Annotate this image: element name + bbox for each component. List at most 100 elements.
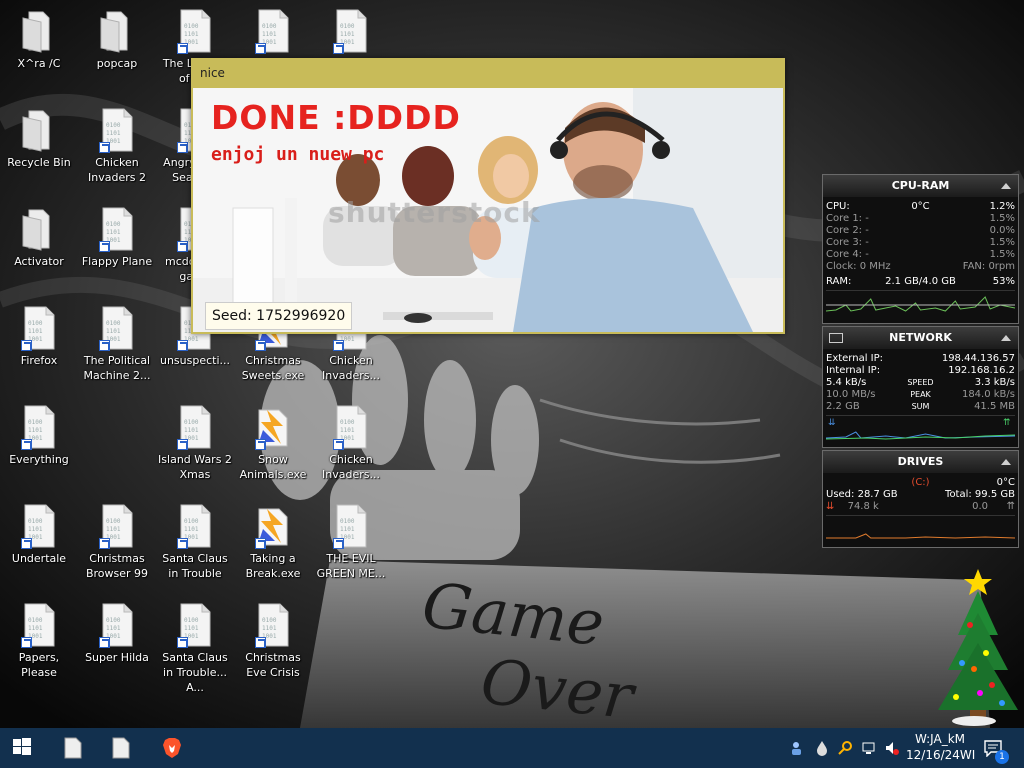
notification-count-badge: 1 (995, 750, 1009, 764)
desktop-icon-label: popcap (96, 57, 138, 70)
desktop-icon[interactable]: X^ra /C (0, 4, 78, 100)
desktop-icon[interactable]: Snow Animals.exe (234, 400, 312, 496)
desktop-icon[interactable]: 0100 1101 1001 Papers, Please (0, 598, 78, 694)
desktop-icon-label: Christmas Sweets.exe (241, 354, 305, 382)
shortcut-arrow-icon (99, 538, 110, 549)
svg-text:0100: 0100 (262, 23, 277, 30)
desktop-icon[interactable]: 0100 1101 1001 Santa Claus in Trouble... A.… (156, 598, 234, 694)
desktop-icon-label: Firefox (20, 354, 58, 367)
desktop-icon-label: Chicken Invaders... (322, 354, 380, 382)
svg-text:0100: 0100 (106, 617, 121, 624)
network-people-icon[interactable] (790, 740, 806, 756)
drive-used: Used: 28.7 GB (826, 489, 898, 500)
core-label: Core 1: (826, 213, 863, 224)
volume-muted-icon[interactable] (884, 740, 900, 756)
desktop-icon[interactable]: 0100 1101 1001 Firefox (0, 301, 78, 397)
desktop-icon-label: X^ra /C (17, 57, 61, 70)
peak-up: 184.0 kB/s (961, 389, 1015, 400)
desktop-icon-label: The Political Machine 2... (83, 354, 151, 382)
cpu-clock: Clock: 0 MHz (826, 261, 891, 272)
svg-text:1101: 1101 (184, 31, 199, 38)
fan-speed: FAN: 0rpm (962, 261, 1015, 272)
drive-temp: 0°C (996, 477, 1015, 488)
cpu-ram-title: CPU-RAM (891, 179, 950, 192)
collapse-icon[interactable] (1001, 183, 1011, 189)
network-icon[interactable] (862, 740, 878, 756)
desktop-icon-label: THE EVIL GREEN ME... (316, 552, 386, 580)
desktop-icon[interactable]: 010011011001 Chicken Invaders... (312, 400, 390, 496)
drives-header[interactable]: DRIVES (823, 451, 1018, 473)
desktop-icon[interactable]: 0100 1101 1001 Super Hilda (78, 598, 156, 694)
shortcut-arrow-icon (177, 637, 188, 648)
desktop-icon[interactable]: 0100 1101 1001 Everything (0, 400, 78, 496)
taskbar-app-file-1[interactable] (52, 728, 98, 768)
external-ip: 198.44.136.57 (941, 353, 1015, 364)
monitor-icon (829, 333, 843, 343)
svg-text:1101: 1101 (28, 328, 43, 335)
desktop-icon[interactable]: 0100 1101 1001 Christmas Eve Crisis (234, 598, 312, 694)
file-icon: 010011011001 (175, 503, 215, 549)
shortcut-arrow-icon (255, 439, 266, 450)
stock-watermark: shutterstock (328, 196, 541, 229)
file-icon: 010011011001 (331, 503, 371, 549)
svg-text:1101: 1101 (184, 427, 199, 434)
shortcut-arrow-icon (255, 43, 266, 54)
start-button[interactable] (0, 728, 46, 768)
desktop-icon[interactable]: 0100 1101 1001 Christmas Browser 99 (78, 499, 156, 595)
file-icon: 010011011001 (19, 305, 59, 351)
core-dash: - (865, 213, 869, 224)
shortcut-arrow-icon (177, 538, 188, 549)
desktop-icon[interactable]: 0100 1101 1001 The Political Machine 2... (78, 301, 156, 397)
desktop-icon[interactable]: popcap (78, 4, 156, 100)
taskbar-app-file-2[interactable] (100, 728, 146, 768)
desktop-icon-label: Chicken Invaders... (322, 453, 380, 481)
core-percent: 1.5% (989, 249, 1015, 260)
cpu-ram-gadget[interactable]: CPU-RAM CPU: 0°C 1.2% Core 1: - 1.5% Cor… (822, 174, 1019, 324)
system-clock[interactable]: W:JA_kM 12/16/24WI (906, 731, 976, 763)
desktop-icon[interactable]: 0100 1101 1001 THE EVIL GREEN ME... (312, 499, 390, 595)
core-dash: - (865, 249, 869, 260)
svg-text:1101: 1101 (106, 526, 121, 533)
nice-window[interactable]: nice DONE:DDDD enjoj un nuew pc shutter… (191, 58, 785, 334)
desktop-icon-label: Christmas Browser 99 (85, 552, 149, 580)
taskbar-app-brave[interactable] (150, 728, 196, 768)
desktop-icon[interactable]: 0100 1101 1001 Santa Claus in Trouble (156, 499, 234, 595)
svg-text:0100: 0100 (340, 23, 355, 30)
desktop-icon[interactable]: 0100 1101 1001 Undertale (0, 499, 78, 595)
network-header[interactable]: NETWORK (823, 327, 1018, 349)
desktop-icon[interactable]: Activator (0, 202, 78, 298)
file-icon: 010011011001 (19, 503, 59, 549)
magnifier-icon[interactable] (838, 740, 854, 756)
internal-ip: 192.168.16.2 (948, 365, 1015, 376)
desktop-icon-label: Recycle Bin (7, 156, 71, 169)
svg-text:1101: 1101 (184, 625, 199, 632)
droplet-icon[interactable] (814, 740, 830, 756)
clock-line-2: 12/16/24WI (906, 748, 976, 762)
windows-logo-icon (13, 738, 31, 755)
file-icon: 010011011001 (331, 404, 371, 450)
external-ip-label: External IP: (826, 353, 884, 364)
sum-row: 2.2 GB SUM 41.5 MB (823, 401, 1018, 413)
sum-up: 41.5 MB (974, 401, 1015, 412)
cpu-ram-header[interactable]: CPU-RAM (823, 175, 1018, 197)
read-icon: ⇊ (826, 501, 835, 512)
collapse-icon[interactable] (1001, 459, 1011, 465)
desktop-icon[interactable]: 0100 1101 1001 Chicken Invaders 2 (78, 103, 156, 199)
core-row: Core 2: - 0.0% (823, 225, 1018, 237)
desktop-icon[interactable]: 0100 1101 1001 Flappy Plane (78, 202, 156, 298)
drives-gadget[interactable]: DRIVES (C:) 0°C Used: 28.7 GB Total: 99.… (822, 450, 1019, 548)
svg-text:1101: 1101 (262, 31, 277, 38)
core-percent: 1.5% (989, 213, 1015, 224)
file-icon: 010011011001 (331, 8, 371, 54)
desktop-icon[interactable]: Taking a Break.exe (234, 499, 312, 595)
collapse-icon[interactable] (1001, 335, 1011, 341)
file-icon: 010011011001 (97, 107, 137, 153)
network-gadget[interactable]: NETWORK External IP: 198.44.136.57 Inter… (822, 326, 1019, 448)
shortcut-arrow-icon (99, 637, 110, 648)
peak-row: 10.0 MB/s PEAK 184.0 kB/s (823, 389, 1018, 401)
desktop-icon[interactable]: 0100 1101 1001 Island Wars 2 Xmas (156, 400, 234, 496)
download-icon: ⇊ (828, 418, 836, 428)
svg-text:0100: 0100 (340, 518, 355, 525)
desktop-icon[interactable]: Recycle Bin (0, 103, 78, 199)
window-title[interactable]: nice (191, 58, 785, 88)
